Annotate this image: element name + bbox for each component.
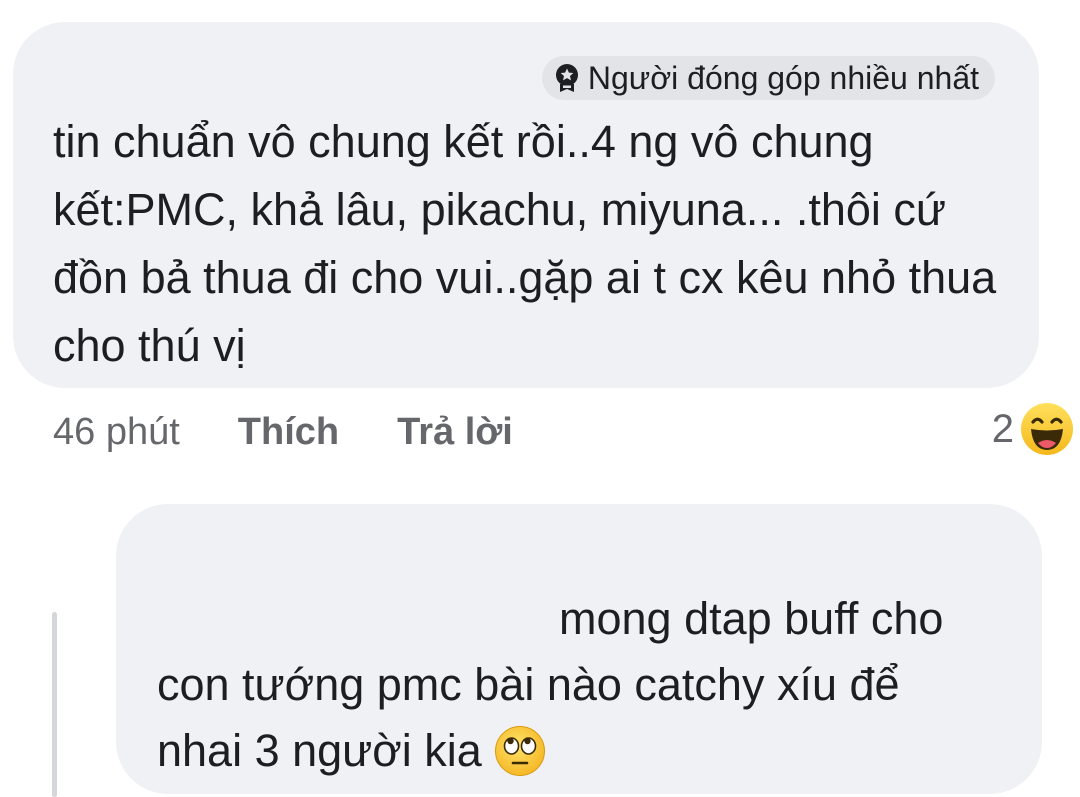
top-contributor-badge-icon <box>555 64 578 92</box>
comment-bubble[interactable]: Người đóng góp nhiều nhất tin chuẩn vô c… <box>13 22 1039 388</box>
reply-text-line-1: mong dtap buff cho <box>559 593 944 644</box>
reply-text-line-3: nhai 3 người kia <box>157 718 546 784</box>
reply-bubble[interactable]: mong dtap buff cho con tướng pmc bài nào… <box>116 504 1042 794</box>
comment-timestamp[interactable]: 46 phút <box>53 411 180 454</box>
reply-text-line-3-text: nhai 3 người kia <box>157 725 482 776</box>
rolling-eyes-emoji-icon <box>494 726 545 776</box>
reply-text-line-2: con tướng pmc bài nào catchy xíu để <box>157 659 900 710</box>
reaction-count: 2 <box>991 406 1014 451</box>
thread-connector-line <box>52 612 57 797</box>
top-contributor-badge: Người đóng góp nhiều nhất <box>541 56 995 100</box>
comment-actions: 46 phút Thích Trả lời <box>53 408 571 456</box>
comment-text: tin chuẩn vô chung kết rồi..4 ng vô chun… <box>53 116 997 371</box>
haha-emoji-icon <box>1021 403 1073 455</box>
reaction-summary[interactable]: 2 <box>992 402 1074 456</box>
reply-button[interactable]: Trả lời <box>397 411 513 454</box>
badge-label: Người đóng góp nhiều nhất <box>587 59 979 96</box>
like-button[interactable]: Thích <box>238 411 339 454</box>
